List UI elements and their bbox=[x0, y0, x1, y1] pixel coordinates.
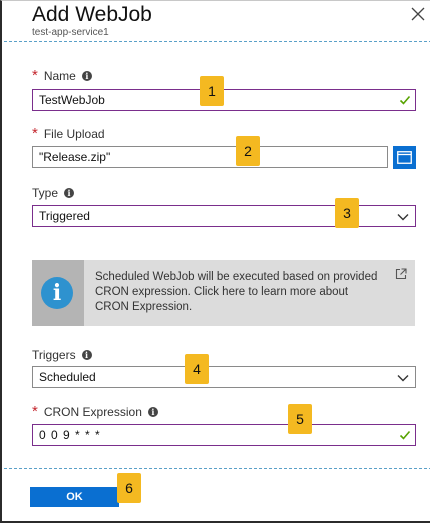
type-label: Type bbox=[32, 186, 59, 200]
ok-button[interactable]: OK bbox=[30, 487, 119, 507]
file-upload-label: File Upload bbox=[43, 127, 105, 141]
callout-badge-2: 2 bbox=[236, 136, 260, 166]
triggers-label: Triggers bbox=[32, 348, 76, 362]
info-banner-side: i bbox=[32, 260, 84, 326]
name-input[interactable]: TestWebJob bbox=[32, 89, 416, 111]
folder-icon bbox=[397, 151, 412, 164]
info-banner-text: Scheduled WebJob will be executed based … bbox=[95, 271, 378, 313]
close-icon[interactable] bbox=[410, 6, 426, 22]
chevron-down-icon bbox=[397, 375, 409, 382]
info-circle-icon: i bbox=[41, 277, 73, 309]
browse-button[interactable] bbox=[393, 146, 416, 169]
info-icon[interactable]: i bbox=[64, 188, 75, 198]
triggers-value: Scheduled bbox=[39, 370, 96, 384]
triggers-select[interactable]: Scheduled bbox=[32, 366, 416, 388]
required-marker: * bbox=[32, 403, 38, 420]
callout-badge-4: 4 bbox=[185, 354, 209, 384]
required-marker: * bbox=[32, 67, 38, 84]
name-label-row: * Name i bbox=[32, 67, 92, 84]
callout-badge-5: 5 bbox=[288, 404, 312, 434]
cron-value: 0 0 9 * * * bbox=[39, 428, 101, 442]
type-label-row: Type i bbox=[32, 186, 75, 200]
file-upload-value: "Release.zip" bbox=[39, 150, 111, 164]
cron-info-banner[interactable]: i Scheduled WebJob will be executed base… bbox=[32, 260, 415, 326]
info-icon[interactable]: i bbox=[81, 350, 92, 360]
name-label: Name bbox=[43, 69, 76, 83]
check-icon bbox=[399, 430, 411, 440]
cron-label-row: * CRON Expression i bbox=[32, 403, 158, 420]
callout-badge-6: 6 bbox=[117, 473, 141, 503]
check-icon bbox=[399, 95, 411, 105]
cron-input[interactable]: 0 0 9 * * * bbox=[32, 424, 416, 446]
name-value: TestWebJob bbox=[39, 93, 105, 107]
external-link-icon[interactable] bbox=[395, 268, 407, 280]
file-upload-label-row: * File Upload bbox=[32, 125, 105, 142]
footer-divider bbox=[4, 468, 430, 469]
file-upload-input[interactable]: "Release.zip" bbox=[32, 146, 388, 168]
triggers-label-row: Triggers i bbox=[32, 348, 92, 362]
callout-badge-1: 1 bbox=[200, 76, 224, 106]
add-webjob-blade: Add WebJob test-app-service1 * Name i Te… bbox=[0, 0, 430, 523]
blade-subtitle: test-app-service1 bbox=[32, 27, 109, 38]
type-value: Triggered bbox=[39, 209, 90, 223]
chevron-down-icon bbox=[397, 214, 409, 221]
required-marker: * bbox=[32, 125, 38, 142]
info-icon[interactable]: i bbox=[81, 71, 92, 81]
info-icon[interactable]: i bbox=[147, 407, 158, 417]
cron-label: CRON Expression bbox=[43, 405, 142, 419]
blade-title: Add WebJob bbox=[32, 3, 152, 26]
header-divider bbox=[4, 41, 430, 42]
callout-badge-3: 3 bbox=[335, 198, 359, 228]
